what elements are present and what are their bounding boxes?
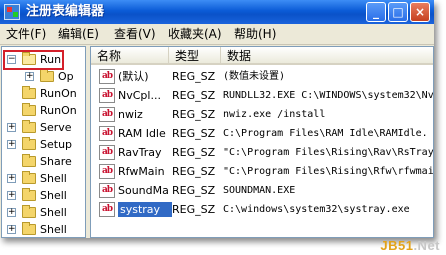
menu-view[interactable]: 查看(V) <box>114 27 156 41</box>
table-row[interactable]: ab NvCpl... REG_SZ RUNDLL32.EXE C:\WINDO… <box>91 86 434 105</box>
string-value-icon: ab <box>99 145 115 160</box>
folder-icon <box>22 86 36 99</box>
expand-icon[interactable]: + <box>7 123 16 132</box>
tree-item-setup[interactable]: + Setup <box>2 136 85 153</box>
maximize-button[interactable]: □ <box>388 2 408 22</box>
red-highlight-annotation <box>3 50 64 70</box>
folder-icon <box>40 69 54 82</box>
tree-item-label: Shell <box>40 206 67 219</box>
expand-icon[interactable]: + <box>7 140 16 149</box>
string-value-icon: ab <box>99 183 115 198</box>
expand-icon[interactable]: + <box>7 225 16 234</box>
value-type: REG_SZ <box>172 127 216 140</box>
regedit-app-icon[interactable] <box>4 4 20 20</box>
registry-editor-window: 注册表编辑器 _ □ × 文件(F) 编辑(E) 查看(V) 收藏夹(A) 帮助… <box>0 0 434 238</box>
menu-edit[interactable]: 编辑(E) <box>58 27 99 41</box>
value-name: RfwMain <box>118 165 165 178</box>
value-name: NvCpl... <box>118 89 161 102</box>
folder-icon <box>22 222 36 235</box>
tree-item-shared[interactable]: Share <box>2 153 85 170</box>
tree-item-label: Shell <box>40 189 67 202</box>
value-name: nwiz <box>118 108 143 121</box>
watermark-part-1: JB51 <box>380 238 414 253</box>
value-data: "C:\Program Files\Rising\Rfw\rfwmain <box>223 166 434 177</box>
folder-icon <box>22 188 36 201</box>
tree-item-runonceex[interactable]: RunOn <box>2 102 85 119</box>
menu-favorites[interactable]: 收藏夹(A) <box>168 27 222 41</box>
value-type: REG_SZ <box>172 70 216 83</box>
value-name: RAM Idle <box>118 127 166 140</box>
value-data: C:\windows\system32\systray.exe <box>223 204 410 215</box>
string-value-icon: ab <box>99 126 115 141</box>
string-value-icon: ab <box>99 88 115 103</box>
folder-icon <box>22 205 36 218</box>
minimize-button[interactable]: _ <box>366 2 386 22</box>
folder-icon <box>22 120 36 133</box>
table-row-selected[interactable]: ab systray REG_SZ C:\windows\system32\sy… <box>91 200 433 219</box>
value-data: "C:\Program Files\Rising\Rav\RsTray. <box>223 147 434 158</box>
tree-item-shell-1[interactable]: + Shell <box>2 170 85 187</box>
window-title: 注册表编辑器 <box>26 4 105 19</box>
table-row[interactable]: ab nwiz REG_SZ nwiz.exe /install <box>91 105 433 124</box>
value-name: RavTray <box>118 146 162 159</box>
table-row[interactable]: ab RAM Idle REG_SZ C:\Program Files\RAM … <box>91 124 433 143</box>
folder-icon <box>22 137 36 150</box>
tree-item-shell-4[interactable]: + Shell <box>2 221 85 237</box>
expand-icon[interactable]: + <box>25 72 34 81</box>
tree-item-label: RunOn <box>40 104 77 117</box>
value-type: REG_SZ <box>172 146 216 159</box>
expand-icon[interactable]: + <box>7 174 16 183</box>
table-row[interactable]: ab RfwMain REG_SZ "C:\Program Files\Risi… <box>91 162 434 181</box>
tree-item-label: Shell <box>40 172 67 185</box>
column-header-data[interactable]: 数据 <box>221 47 433 65</box>
tree-item-label: Shell <box>40 223 67 236</box>
tree-item-label: Setup <box>40 138 73 151</box>
close-button[interactable]: × <box>410 2 430 22</box>
key-tree-pane[interactable]: − Run + Op RunOn RunOn + Serve + Setup S… <box>1 46 86 238</box>
value-name: systray <box>117 201 173 218</box>
table-row[interactable]: ab (默认) REG_SZ (数值未设置) <box>91 67 433 86</box>
menu-help[interactable]: 帮助(H) <box>234 27 276 41</box>
string-value-icon: ab <box>99 202 115 217</box>
table-row[interactable]: ab RavTray REG_SZ "C:\Program Files\Risi… <box>91 143 434 162</box>
value-data: RUNDLL32.EXE C:\WINDOWS\system32\Nvt <box>223 90 434 101</box>
expand-icon[interactable]: + <box>7 191 16 200</box>
menu-file[interactable]: 文件(F) <box>6 27 46 41</box>
folder-icon <box>22 171 36 184</box>
value-data: C:\Program Files\RAM Idle\RAMIdle. <box>223 128 428 139</box>
value-data: nwiz.exe /install <box>223 109 326 120</box>
column-header-type[interactable]: 类型 <box>169 47 221 65</box>
tree-item-runonce[interactable]: RunOn <box>2 85 85 102</box>
string-value-icon: ab <box>99 69 115 84</box>
menu-bar: 文件(F) 编辑(E) 查看(V) 收藏夹(A) 帮助(H) <box>0 24 434 45</box>
folder-icon <box>22 103 36 116</box>
value-type: REG_SZ <box>172 184 216 197</box>
tree-item-services[interactable]: + Serve <box>2 119 85 136</box>
folder-icon <box>22 154 36 167</box>
tree-item-shell-3[interactable]: + Shell <box>2 204 85 221</box>
tree-item-label: Share <box>40 155 72 168</box>
value-data: SOUNDMAN.EXE <box>223 185 296 196</box>
tree-item-label: Serve <box>40 121 72 134</box>
value-type: REG_SZ <box>172 89 216 102</box>
string-value-icon: ab <box>99 164 115 179</box>
value-type: REG_SZ <box>172 203 216 216</box>
title-bar[interactable]: 注册表编辑器 _ □ × <box>0 0 434 24</box>
value-name: SoundMan <box>118 184 168 197</box>
value-name: (默认) <box>118 70 149 83</box>
value-type: REG_SZ <box>172 108 216 121</box>
tree-item-shell-2[interactable]: + Shell <box>2 187 85 204</box>
watermark: JB51.Net <box>380 238 440 253</box>
tree-item-label: RunOn <box>40 87 77 100</box>
column-header-name[interactable]: 名称 <box>91 47 169 65</box>
tree-item-label: Op <box>58 70 74 83</box>
expand-icon[interactable]: + <box>7 208 16 217</box>
table-row[interactable]: ab SoundMan REG_SZ SOUNDMAN.EXE <box>91 181 433 200</box>
value-type: REG_SZ <box>172 165 216 178</box>
values-list-pane[interactable]: 名称 类型 数据 ab (默认) REG_SZ (数值未设置) ab NvCpl… <box>90 46 434 238</box>
watermark-part-2: .Net <box>413 238 440 253</box>
string-value-icon: ab <box>99 107 115 122</box>
value-data: (数值未设置) <box>223 71 286 82</box>
tree-item-op[interactable]: + Op <box>2 68 85 85</box>
